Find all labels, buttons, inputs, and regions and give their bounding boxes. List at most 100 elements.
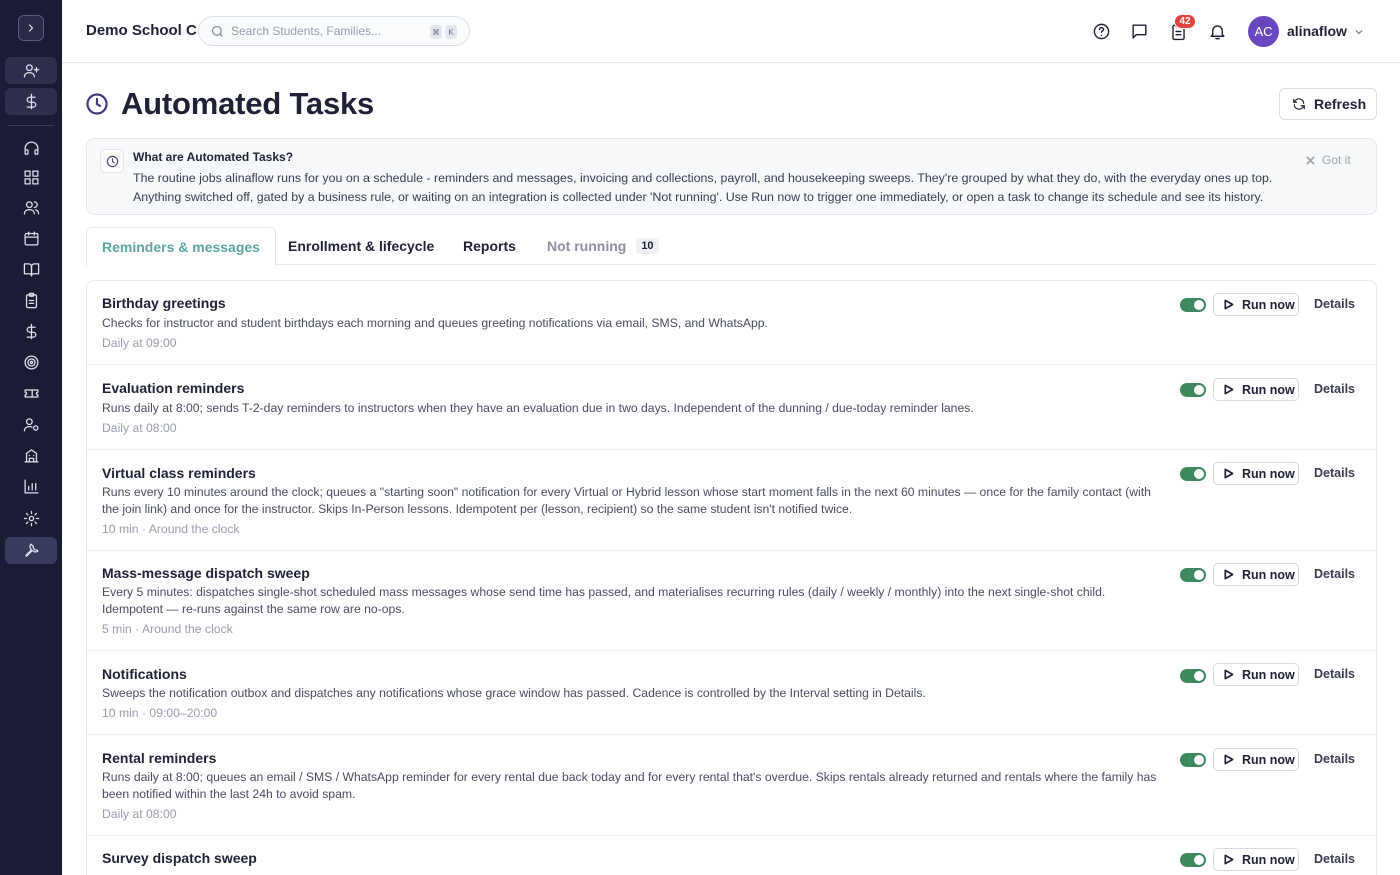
task-enabled-toggle[interactable] [1180, 568, 1206, 582]
sidebar-item-tickets[interactable] [5, 380, 57, 407]
dollar-icon [26, 93, 36, 110]
list-item: Notifications Sweeps the notification ou… [87, 651, 1376, 735]
sidebar-item-billing[interactable] [5, 318, 57, 345]
run-now-button[interactable]: Run now [1213, 462, 1299, 485]
tab-enrollment-lifecycle[interactable]: Enrollment & lifecycle [288, 227, 434, 265]
task-enabled-toggle[interactable] [1180, 467, 1206, 481]
task-description: Every 5 minutes: dispatches single-shot … [102, 585, 1106, 616]
refresh-icon [1293, 98, 1305, 110]
top-bar: Demo School C ⌘ K 42 AC alinaflow [62, 0, 1400, 63]
help-button[interactable] [1091, 21, 1111, 41]
tab-reminders-messages[interactable]: Reminders & messages [86, 227, 276, 266]
run-now-button[interactable]: Run now [1213, 293, 1299, 316]
play-icon [1224, 854, 1234, 865]
task-enabled-toggle[interactable] [1180, 853, 1206, 867]
school-name[interactable]: Demo School C [86, 22, 197, 39]
user-plus-icon [23, 64, 39, 78]
run-now-label: Run now [1242, 567, 1295, 582]
run-now-button[interactable]: Run now [1213, 848, 1299, 871]
shortcut-key-cmd: ⌘ [430, 25, 442, 39]
task-schedule: 5 min · Around the clock [102, 622, 233, 636]
list-item: Birthday greetings Checks for instructor… [87, 281, 1376, 365]
sidebar-item-dashboard[interactable] [5, 164, 57, 191]
task-name[interactable]: Rental reminders [102, 750, 216, 766]
search-icon [211, 25, 223, 37]
search-input[interactable] [231, 22, 421, 40]
task-enabled-toggle[interactable] [1180, 298, 1206, 312]
avatar[interactable]: AC [1248, 16, 1279, 47]
task-description: Runs every 10 minutes around the clock; … [102, 485, 1151, 516]
task-schedule: Daily at 09:00 [102, 336, 177, 350]
run-now-button[interactable]: Run now [1213, 378, 1299, 401]
details-link[interactable]: Details [1314, 567, 1355, 581]
task-enabled-toggle[interactable] [1180, 669, 1206, 683]
run-now-button[interactable]: Run now [1213, 563, 1299, 586]
details-link[interactable]: Details [1314, 852, 1355, 866]
task-enabled-toggle[interactable] [1180, 383, 1206, 397]
details-link[interactable]: Details [1314, 297, 1355, 311]
task-name[interactable]: Mass-message dispatch sweep [102, 565, 310, 581]
task-description: Runs daily at 8:00; queues an email / SM… [102, 770, 1157, 801]
sidebar-item-calendar[interactable] [5, 225, 57, 252]
username[interactable]: alinaflow [1287, 23, 1347, 39]
user-menu-toggle[interactable] [1353, 25, 1365, 37]
task-enabled-toggle[interactable] [1180, 753, 1206, 767]
task-name[interactable]: Virtual class reminders [102, 465, 256, 481]
sidebar-item-courses[interactable] [5, 256, 57, 283]
sidebar-item-people[interactable] [5, 194, 57, 221]
task-name[interactable]: Birthday greetings [102, 295, 226, 311]
sidebar-item-locations[interactable] [5, 442, 57, 469]
sidebar [0, 0, 62, 875]
run-now-button[interactable]: Run now [1213, 748, 1299, 771]
task-description: Checks for instructor and student birthd… [102, 316, 768, 330]
list-item: Virtual class reminders Runs every 10 mi… [87, 450, 1376, 551]
tab-label: Enrollment & lifecycle [288, 238, 435, 254]
list-item: Mass-message dispatch sweep Every 5 minu… [87, 551, 1376, 651]
sidebar-item-support[interactable] [5, 135, 57, 162]
search-box[interactable]: ⌘ K [198, 16, 470, 46]
target-icon [23, 355, 39, 370]
help-circle-icon [1093, 23, 1109, 39]
task-name[interactable]: Evaluation reminders [102, 380, 244, 396]
users-icon [23, 201, 39, 215]
play-icon [1224, 754, 1234, 765]
messages-button[interactable] [1129, 21, 1149, 41]
clipboard-icon [25, 292, 37, 309]
clock-icon [100, 149, 124, 173]
sidebar-item-goals[interactable] [5, 349, 57, 376]
chevron-down-icon [1355, 30, 1363, 35]
details-link[interactable]: Details [1314, 667, 1355, 681]
dismiss-info-button[interactable]: Got it [1306, 153, 1351, 167]
building-icon [23, 449, 39, 463]
refresh-button[interactable]: Refresh [1279, 88, 1377, 120]
sidebar-item-tasks[interactable] [5, 287, 57, 314]
sidebar-item-billing-quick[interactable] [5, 88, 57, 115]
list-item: Survey dispatch sweep Run now Details [87, 836, 1376, 875]
run-now-label: Run now [1242, 297, 1295, 312]
sidebar-expand-button[interactable] [18, 15, 44, 41]
play-icon [1224, 468, 1234, 479]
run-now-button[interactable]: Run now [1213, 663, 1299, 686]
sidebar-item-settings[interactable] [5, 505, 57, 532]
task-name[interactable]: Survey dispatch sweep [102, 850, 257, 866]
tab-reports[interactable]: Reports [463, 227, 516, 265]
notifications-button[interactable] [1207, 21, 1227, 41]
sidebar-item-add-student[interactable] [5, 57, 57, 84]
details-link[interactable]: Details [1314, 752, 1355, 766]
ticket-icon [23, 389, 39, 398]
task-list: Birthday greetings Checks for instructor… [86, 280, 1377, 875]
chevron-right-icon [28, 24, 34, 32]
sidebar-item-tools[interactable] [5, 537, 57, 564]
sidebar-item-staff-settings[interactable] [5, 411, 57, 438]
play-icon [1224, 569, 1234, 580]
run-now-label: Run now [1242, 382, 1295, 397]
details-link[interactable]: Details [1314, 382, 1355, 396]
tab-label: Reports [463, 238, 516, 254]
tab-label: Reminders & messages [102, 238, 260, 255]
task-name[interactable]: Notifications [102, 666, 187, 682]
tab-not-running[interactable]: Not running 10 [547, 227, 659, 265]
list-item: Evaluation reminders Runs daily at 8:00;… [87, 365, 1376, 450]
gear-icon [23, 510, 39, 527]
sidebar-item-reports[interactable] [5, 473, 57, 500]
details-link[interactable]: Details [1314, 466, 1355, 480]
